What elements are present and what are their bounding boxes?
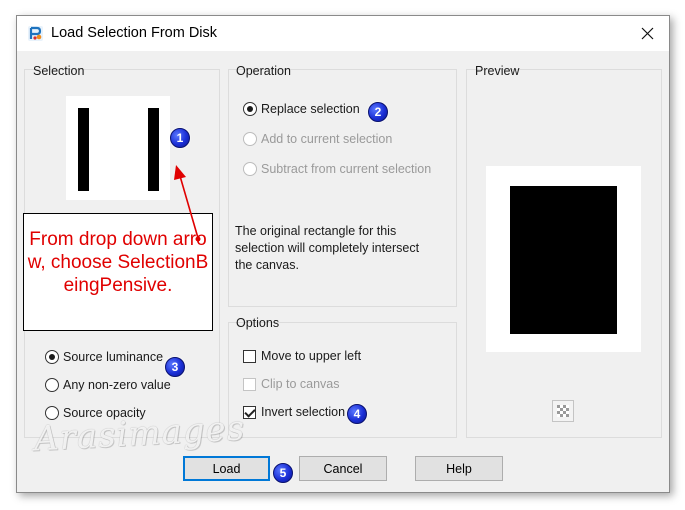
- radio-subtract-from-selection-label: Subtract from current selection: [261, 162, 432, 176]
- step-badge-1: 1: [170, 128, 190, 148]
- radio-any-nonzero-dot[interactable]: [45, 378, 59, 392]
- operation-description: The original rectangle for this selectio…: [235, 224, 420, 272]
- app-icon: [28, 26, 43, 41]
- preview-canvas: [486, 166, 641, 352]
- window-title: Load Selection From Disk: [51, 25, 218, 41]
- checkbox-clip-to-canvas-label: Clip to canvas: [261, 377, 340, 391]
- radio-source-luminance-dot[interactable]: [45, 350, 59, 364]
- instruction-callout: From drop down arrow, choose SelectionBe…: [23, 213, 213, 331]
- checkbox-move-upper-left-label: Move to upper left: [261, 349, 362, 363]
- selection-group-title: Selection: [33, 64, 85, 78]
- radio-subtract-from-selection[interactable]: Subtract from current selection: [243, 162, 431, 176]
- checkbox-invert-selection[interactable]: Invert selection: [243, 405, 345, 419]
- radio-source-luminance[interactable]: Source luminance: [45, 350, 163, 364]
- checkbox-clip-to-canvas[interactable]: Clip to canvas: [243, 377, 340, 391]
- checkbox-clip-to-canvas-box[interactable]: [243, 377, 256, 391]
- checkerboard-icon: [557, 405, 569, 417]
- radio-add-to-selection-label: Add to current selection: [261, 132, 393, 146]
- thumbnail-bar-right: [148, 108, 159, 191]
- thumbnail-bar-left: [78, 108, 89, 191]
- radio-source-luminance-label: Source luminance: [63, 350, 164, 364]
- preview-selection-rect: [510, 186, 617, 334]
- radio-replace-selection-label: Replace selection: [261, 102, 360, 116]
- cancel-button[interactable]: Cancel: [299, 456, 387, 481]
- operation-group-title: Operation: [236, 64, 291, 78]
- load-button[interactable]: Load: [183, 456, 270, 481]
- radio-any-nonzero[interactable]: Any non-zero value: [45, 378, 171, 392]
- checkbox-invert-selection-box[interactable]: [243, 405, 256, 419]
- radio-add-to-selection[interactable]: Add to current selection: [243, 132, 392, 146]
- options-group-title: Options: [236, 316, 280, 330]
- preview-transparency-button[interactable]: [552, 400, 574, 422]
- step-badge-3: 3: [165, 357, 185, 377]
- preview-group-title: Preview: [475, 64, 520, 78]
- help-button[interactable]: Help: [415, 456, 503, 481]
- radio-replace-selection[interactable]: Replace selection: [243, 102, 360, 116]
- radio-add-to-selection-dot[interactable]: [243, 132, 257, 146]
- step-badge-5: 5: [273, 463, 293, 483]
- close-button[interactable]: [625, 17, 669, 50]
- selection-thumbnail[interactable]: [66, 96, 170, 200]
- step-badge-4: 4: [347, 404, 367, 424]
- close-icon: [641, 27, 653, 40]
- step-badge-2: 2: [368, 102, 388, 122]
- title-bar[interactable]: Load Selection From Disk: [17, 16, 669, 51]
- radio-subtract-from-selection-dot[interactable]: [243, 162, 257, 176]
- checkbox-invert-selection-label: Invert selection: [261, 405, 346, 419]
- checkbox-move-upper-left[interactable]: Move to upper left: [243, 349, 361, 363]
- radio-replace-selection-dot[interactable]: [243, 102, 257, 116]
- radio-any-nonzero-label: Any non-zero value: [63, 378, 171, 392]
- checkbox-move-upper-left-box[interactable]: [243, 349, 256, 363]
